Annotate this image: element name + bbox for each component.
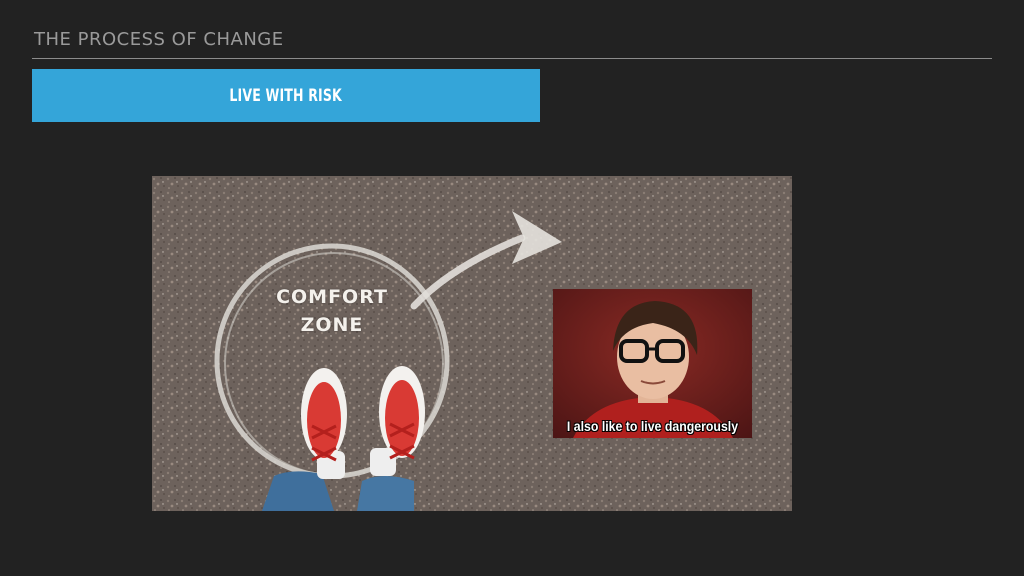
meme-image: I also like to live dangerously [553,289,752,438]
meme-illustration [553,289,752,438]
title-divider [32,58,992,59]
meme-caption: I also like to live dangerously [566,418,739,434]
right-sneaker [379,366,425,460]
slide-title: THE PROCESS OF CHANGE [34,29,284,50]
banner-label: LIVE WITH RISK [229,85,343,106]
right-jeans [357,476,414,511]
chalk-text-comfort: COMFORT [276,286,388,308]
banner: LIVE WITH RISK [32,69,540,122]
chalk-text-zone: ZONE [300,314,364,336]
slide: THE PROCESS OF CHANGE LIVE WITH RISK COM… [0,0,1024,576]
left-sneaker [301,368,347,462]
